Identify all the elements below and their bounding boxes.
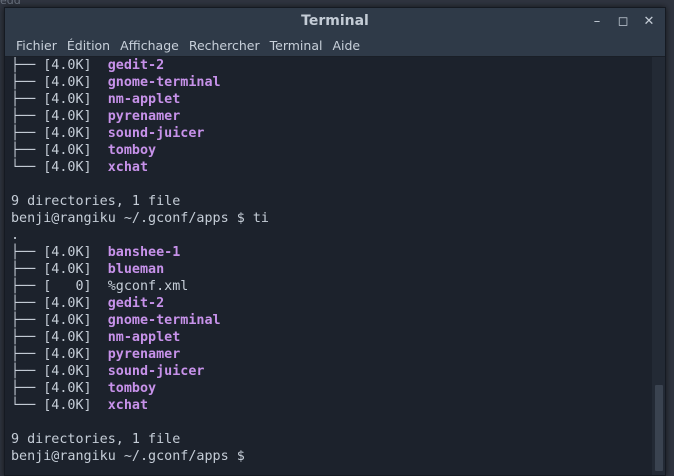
directory-name: tomboy (107, 381, 157, 396)
directory-name: gedit-2 (107, 58, 165, 73)
menu-terminal[interactable]: Terminal (265, 38, 328, 53)
terminal-line: └── [4.0K] xchat (5, 397, 652, 414)
tree-branch: └── [4.0K] (11, 160, 108, 175)
directory-name: nm-applet (107, 330, 181, 345)
file-name: %gconf.xml (107, 279, 189, 294)
tree-branch: ├── [4.0K] (11, 58, 108, 73)
terminal-line: ├── [4.0K] gedit-2 (5, 295, 652, 312)
menu-aide[interactable]: Aide (327, 38, 365, 53)
menu-rechercher[interactable]: Rechercher (184, 38, 265, 53)
desktop-corner-text: edd (0, 0, 21, 7)
tree-branch: ├── [4.0K] (11, 313, 108, 328)
tree-branch: ├── [4.0K] (11, 75, 108, 90)
terminal-line: ├── [4.0K] nm-applet (5, 91, 652, 108)
tree-branch: ├── [ 0] (11, 279, 108, 294)
tree-branch: └── [4.0K] (11, 398, 108, 413)
tree-branch: ├── [4.0K] (11, 330, 108, 345)
title-bar[interactable]: Terminal – ◻ ✕ (5, 8, 665, 34)
menu-edition[interactable]: Édition (62, 38, 115, 53)
terminal-line: ├── [4.0K] banshee-1 (5, 244, 652, 261)
terminal-line: ├── [4.0K] gnome-terminal (5, 74, 652, 91)
tree-branch: ├── [4.0K] (11, 126, 108, 141)
terminal-window: Terminal – ◻ ✕ Fichier Édition Affichage… (4, 7, 666, 476)
terminal-line: benji@rangiku ~/.gconf/apps $ ti (5, 210, 652, 227)
directory-name: gnome-terminal (107, 75, 221, 90)
summary-text: 9 directories, 1 file (11, 194, 181, 209)
tree-branch: ├── [4.0K] (11, 262, 108, 277)
directory-name: gedit-2 (107, 296, 165, 311)
menu-affichage[interactable]: Affichage (115, 38, 184, 53)
terminal-line: ├── [4.0K] sound-juicer (5, 363, 652, 380)
shell-prompt: benji@rangiku ~/.gconf/apps $ ti (11, 211, 269, 226)
tree-branch: ├── [4.0K] (11, 109, 108, 124)
vertical-scrollbar[interactable] (652, 57, 665, 475)
terminal-line: ├── [4.0K] pyrenamer (5, 108, 652, 125)
directory-name: xchat (107, 398, 149, 413)
directory-name: sound-juicer (107, 364, 205, 379)
menu-fichier[interactable]: Fichier (11, 38, 62, 53)
terminal-line: 9 directories, 1 file (5, 431, 652, 448)
scrollbar-thumb[interactable] (655, 385, 663, 471)
terminal-line: └── [4.0K] xchat (5, 159, 652, 176)
terminal-line: ├── [4.0K] gnome-terminal (5, 312, 652, 329)
directory-name: blueman (107, 262, 165, 277)
directory-name: gnome-terminal (107, 313, 221, 328)
tree-branch: ├── [4.0K] (11, 364, 108, 379)
directory-name: pyrenamer (107, 347, 181, 362)
close-button[interactable]: ✕ (641, 13, 657, 29)
terminal-line: ├── [4.0K] tomboy (5, 142, 652, 159)
tree-branch: ├── [4.0K] (11, 143, 108, 158)
tree-branch: ├── [4.0K] (11, 245, 108, 260)
tree-branch: ├── [4.0K] (11, 296, 108, 311)
terminal-line: ├── [4.0K] sound-juicer (5, 125, 652, 142)
maximize-button[interactable]: ◻ (615, 13, 631, 29)
terminal-line: ├── [4.0K] tomboy (5, 380, 652, 397)
directory-name: pyrenamer (107, 109, 181, 124)
tree-branch: ├── [4.0K] (11, 92, 108, 107)
tree-branch: ├── [4.0K] (11, 381, 108, 396)
terminal-line: 9 directories, 1 file (5, 193, 652, 210)
directory-name: xchat (107, 160, 149, 175)
summary-text: 9 directories, 1 file (11, 432, 181, 447)
directory-name: nm-applet (107, 92, 181, 107)
tree-root: . (11, 228, 20, 243)
terminal-line: ├── [4.0K] blueman (5, 261, 652, 278)
shell-prompt: benji@rangiku ~/.gconf/apps $ (11, 449, 245, 464)
window-title: Terminal (301, 13, 369, 29)
terminal-line: ├── [ 0] %gconf.xml (5, 278, 652, 295)
directory-name: banshee-1 (107, 245, 181, 260)
tree-branch: ├── [4.0K] (11, 347, 108, 362)
directory-name: tomboy (107, 143, 157, 158)
terminal-line: ├── [4.0K] gedit-2 (5, 57, 652, 74)
terminal-line: ├── [4.0K] nm-applet (5, 329, 652, 346)
terminal-output[interactable]: ├── [4.0K] gedit-2 ├── [4.0K] gnome-termi… (5, 57, 652, 475)
terminal-line: ├── [4.0K] pyrenamer (5, 346, 652, 363)
minimize-button[interactable]: – (589, 13, 605, 29)
terminal-line: benji@rangiku ~/.gconf/apps $ (5, 448, 652, 465)
menu-bar: Fichier Édition Affichage Rechercher Ter… (5, 34, 665, 57)
directory-name: sound-juicer (107, 126, 205, 141)
window-controls: – ◻ ✕ (589, 8, 657, 34)
terminal-line: . (5, 227, 652, 244)
